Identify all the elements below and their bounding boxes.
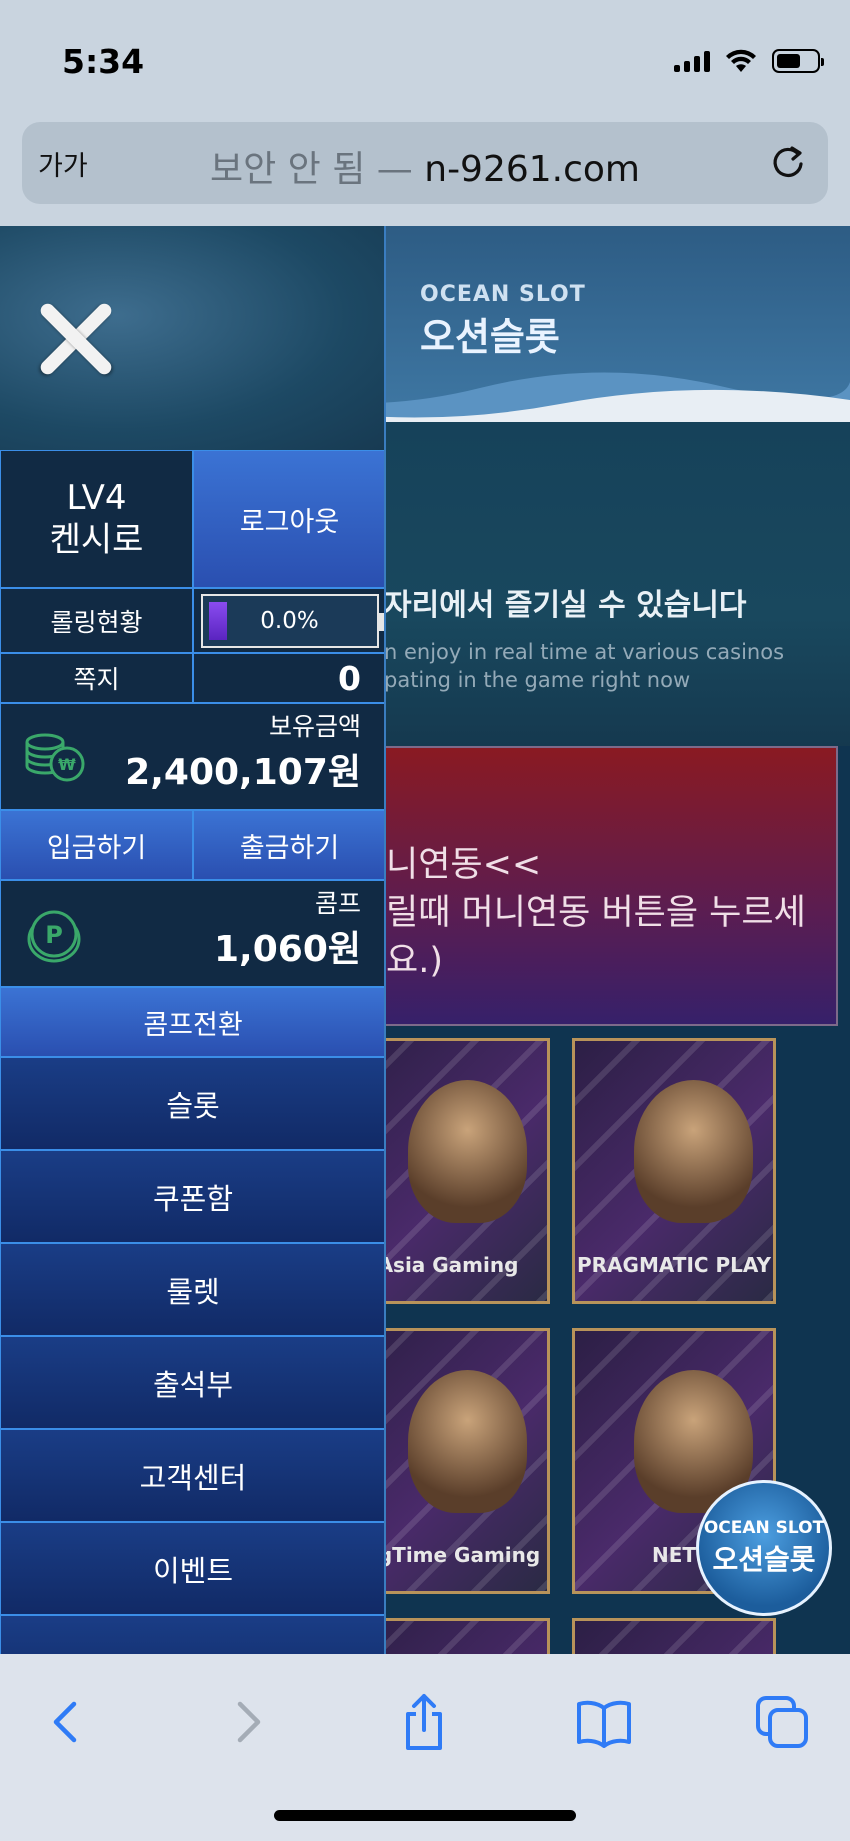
logout-label: 로그아웃 xyxy=(239,506,340,538)
reload-icon[interactable] xyxy=(768,142,808,182)
close-icon[interactable] xyxy=(32,296,118,382)
rolling-status-cell: 0.0% xyxy=(193,588,384,653)
logout-button[interactable]: 로그아웃 xyxy=(193,450,384,588)
menu-item-customer-center[interactable]: 고객센터 xyxy=(0,1429,384,1522)
address-bar[interactable]: 가가 보안 안 됨 — n-9261.com xyxy=(22,122,828,204)
withdraw-label: 출금하기 xyxy=(239,832,340,864)
menu-item-label: 공지사항 xyxy=(140,1646,247,1654)
comp-points-cell: P 콤프 1,060원 xyxy=(0,880,384,987)
menu-item-attendance[interactable]: 출석부 xyxy=(0,1336,384,1429)
menu-item-label: 출석부 xyxy=(152,1367,234,1402)
menu-item-roulette[interactable]: 룰렛 xyxy=(0,1243,384,1336)
site-logo-en[interactable]: OCEAN SLOT xyxy=(420,282,586,307)
cellular-signal-icon xyxy=(674,50,710,72)
money-sync-notice[interactable]: 니연동<< 릴때 머니연동 버튼을 누르세 요.) xyxy=(346,746,838,1026)
forward-icon[interactable] xyxy=(218,1692,278,1752)
insecure-label: 보안 안 됨 — xyxy=(209,149,425,190)
svg-text:P: P xyxy=(45,921,63,949)
share-icon[interactable] xyxy=(394,1692,454,1752)
username: 켄시로 xyxy=(49,520,144,560)
menu-item-label: 고객센터 xyxy=(139,1460,247,1495)
menu-item-event[interactable]: 이벤트 xyxy=(0,1522,384,1615)
hero-subtitle-1: n enjoy in real time at various casinos xyxy=(384,640,785,664)
deposit-button[interactable]: 입금하기 xyxy=(0,810,193,880)
comp-convert-label: 콤프전환 xyxy=(143,1009,243,1041)
notice-line-2: 릴때 머니연동 버튼을 누르세 xyxy=(386,893,806,933)
game-card[interactable] xyxy=(572,1618,776,1654)
comp-label: 콤프 xyxy=(314,889,361,918)
notice-line-1: 니연동<< xyxy=(386,845,542,885)
rolling-progress-fill xyxy=(208,601,227,640)
floating-logo-button[interactable]: OCEAN SLOT 오션슬롯 xyxy=(696,1480,832,1616)
messages-label-cell[interactable]: 쪽지 xyxy=(0,653,193,703)
battery-icon xyxy=(772,49,824,73)
menu-item-label: 룰렛 xyxy=(166,1274,220,1309)
hero-subtitle-2: pating in the game right now xyxy=(384,668,691,692)
balance-label: 보유금액 xyxy=(268,712,361,741)
game-card-label: PRAGMATIC PLAY xyxy=(577,1253,771,1277)
messages-count: 0 xyxy=(338,658,361,698)
status-bar: 5:34 xyxy=(0,0,850,120)
menu-item-coupon-box[interactable]: 쿠폰함 xyxy=(0,1150,384,1243)
balance-cell: ₩ 보유금액 2,400,107원 xyxy=(0,703,384,810)
menu-item-label: 슬롯 xyxy=(166,1088,220,1123)
user-level-cell: LV4 켄시로 xyxy=(0,450,193,588)
point-icon: P xyxy=(27,910,81,963)
tabs-icon[interactable] xyxy=(752,1692,812,1752)
menu-item-label: 쿠폰함 xyxy=(152,1181,234,1216)
game-card-pragmatic-play[interactable]: PRAGMATIC PLAY xyxy=(572,1038,776,1304)
browser-toolbar xyxy=(0,1654,850,1841)
side-drawer: LV4 켄시로 로그아웃 롤링현황 0.0% 쪽지 0 ₩ 보유금액 2,400… xyxy=(0,226,386,1654)
rolling-status-label: 롤링현황 xyxy=(50,607,143,637)
menu-item-notice[interactable]: 공지사항 xyxy=(0,1615,384,1654)
rolling-status-label-cell: 롤링현황 xyxy=(0,588,193,653)
withdraw-button[interactable]: 출금하기 xyxy=(193,810,384,880)
back-icon[interactable] xyxy=(36,1692,96,1752)
hero-title: 자리에서 즐기실 수 있습니다 xyxy=(384,588,747,623)
messages-count-cell[interactable]: 0 xyxy=(193,653,384,703)
bookmarks-icon[interactable] xyxy=(574,1692,634,1752)
rolling-progress-text: 0.0% xyxy=(260,607,319,634)
home-indicator xyxy=(274,1810,576,1821)
status-time: 5:34 xyxy=(62,42,145,81)
address-bar-area: 가가 보안 안 됨 — n-9261.com xyxy=(0,120,850,226)
coin-icon: ₩ xyxy=(25,733,85,782)
notice-line-3: 요.) xyxy=(386,941,443,981)
user-level: LV4 xyxy=(66,478,127,518)
drawer-header xyxy=(0,226,384,450)
messages-label: 쪽지 xyxy=(73,665,120,694)
comp-convert-button[interactable]: 콤프전환 xyxy=(0,987,384,1057)
wifi-icon xyxy=(726,49,756,72)
floating-logo-en: OCEAN SLOT xyxy=(703,1518,825,1538)
url-text[interactable]: 보안 안 됨 — n-9261.com xyxy=(22,140,828,192)
menu-item-label: 이벤트 xyxy=(152,1553,234,1588)
status-icons xyxy=(674,48,824,74)
svg-text:₩: ₩ xyxy=(58,755,76,774)
balance-value: 2,400,107원 xyxy=(125,752,361,793)
url-domain: n-9261.com xyxy=(424,149,641,190)
comp-value: 1,060원 xyxy=(214,929,361,970)
menu-item-slot[interactable]: 슬롯 xyxy=(0,1057,384,1150)
deposit-label: 입금하기 xyxy=(46,832,147,864)
floating-logo-ko: 오션슬롯 xyxy=(712,1543,816,1576)
rolling-progress-bar: 0.0% xyxy=(200,593,384,648)
